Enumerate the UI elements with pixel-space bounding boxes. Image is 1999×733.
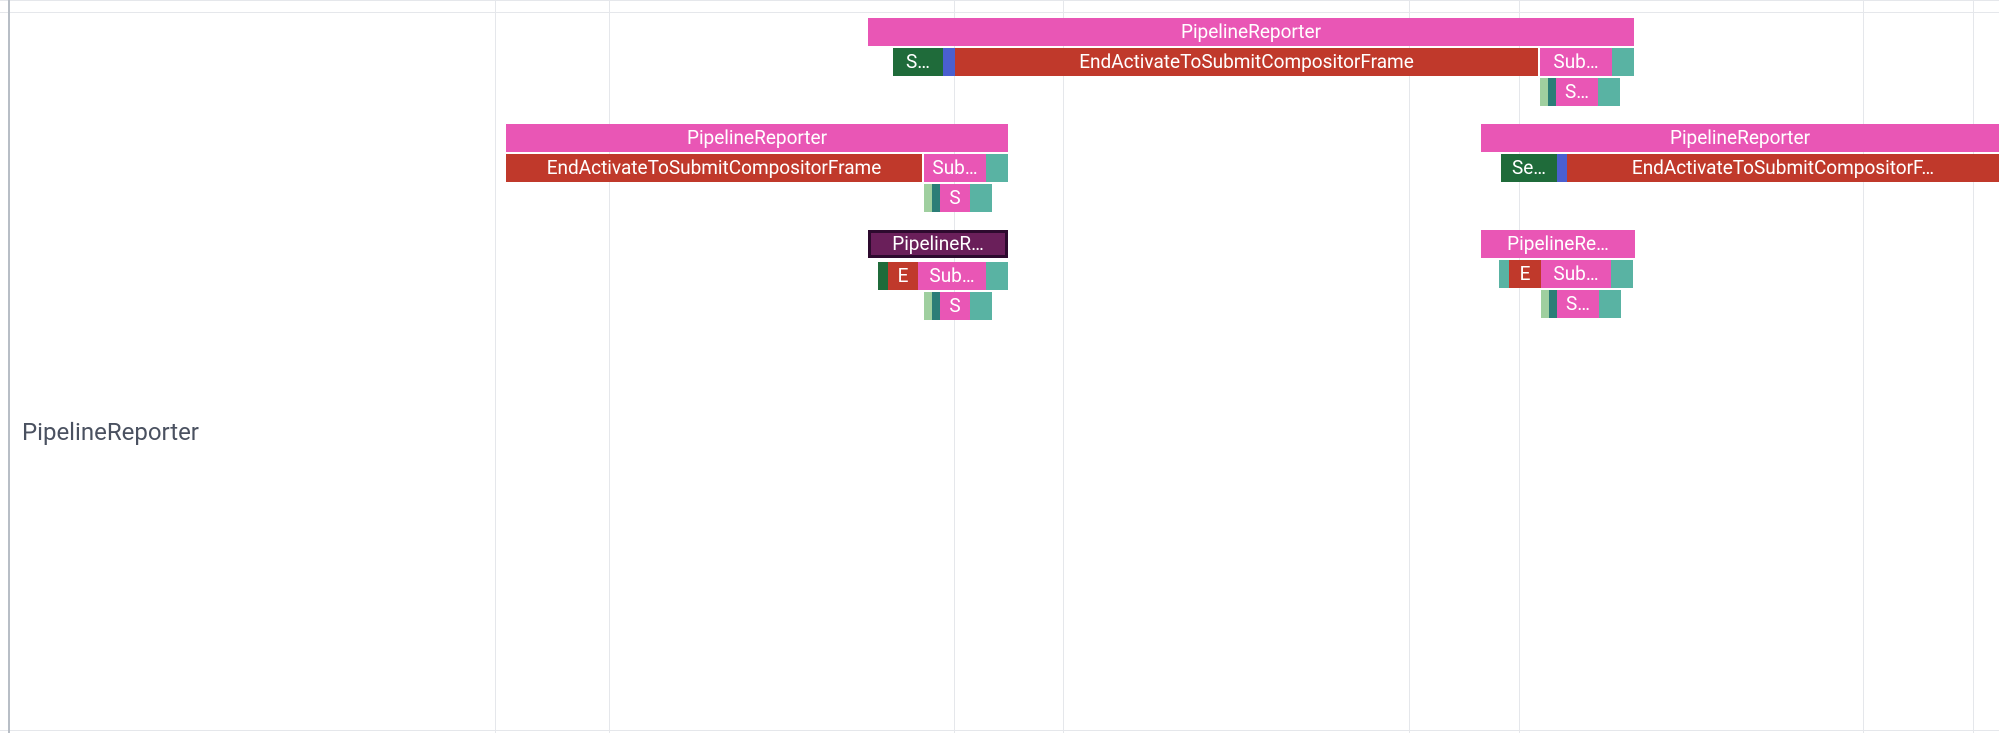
- slice-segment-teal[interactable]: [1499, 260, 1509, 288]
- slice-segment-blue[interactable]: [943, 48, 955, 76]
- slice-pipeline-reporter[interactable]: PipelineRe…: [1481, 230, 1635, 258]
- slice-segment-blue[interactable]: [1557, 154, 1567, 182]
- time-gridline: [495, 0, 496, 733]
- slice-segment-dkteal[interactable]: [932, 184, 940, 212]
- track-left-border: [8, 0, 10, 733]
- slice-end-activate-to-submit[interactable]: EndActivateToSubmitCompositorFrame: [506, 154, 922, 182]
- slice-s[interactable]: S: [940, 184, 970, 212]
- time-gridline: [609, 0, 610, 733]
- slice-segment-ltgreen[interactable]: [924, 292, 932, 320]
- slice-segment-green[interactable]: [878, 262, 888, 290]
- slice-segment-teal[interactable]: [986, 154, 1008, 182]
- slice-submit[interactable]: Sub…: [1541, 260, 1611, 288]
- slice-segment-ltgreen[interactable]: [1540, 78, 1548, 106]
- slice-pipeline-reporter[interactable]: PipelineReporter: [1481, 124, 1999, 152]
- slice-segment-teal[interactable]: [1598, 78, 1620, 106]
- slice-segment-dkteal[interactable]: [932, 292, 940, 320]
- time-gridline: [1863, 0, 1864, 733]
- slice-send-begin-main-frame[interactable]: S…: [893, 48, 943, 76]
- slice-segment-teal[interactable]: [1611, 260, 1633, 288]
- slice-s[interactable]: S…: [1557, 290, 1599, 318]
- slice-pipeline-reporter[interactable]: PipelineReporter: [868, 18, 1634, 46]
- slice-segment-teal[interactable]: [970, 184, 992, 212]
- slice-send-begin-main-frame[interactable]: Se…: [1501, 154, 1557, 182]
- slice-segment-ltgreen[interactable]: [924, 184, 932, 212]
- slice-end-activate-to-submit[interactable]: EndActivateToSubmitCompositorF…: [1567, 154, 1999, 182]
- slice-submit[interactable]: Sub…: [918, 262, 986, 290]
- trace-viewer-root[interactable]: PipelineReporter PipelineReporter S… End…: [0, 0, 1999, 733]
- slice-segment-ltgreen[interactable]: [1541, 290, 1549, 318]
- slice-s[interactable]: S: [940, 292, 970, 320]
- time-gridline: [1519, 0, 1520, 733]
- track-title: PipelineReporter: [22, 418, 199, 446]
- slice-segment-teal[interactable]: [1599, 290, 1621, 318]
- separator-line: [0, 730, 1999, 731]
- slice-e[interactable]: E: [1509, 260, 1541, 288]
- separator-line: [0, 12, 1999, 13]
- slice-pipeline-reporter[interactable]: PipelineReporter: [506, 124, 1008, 152]
- slice-segment-teal[interactable]: [970, 292, 992, 320]
- slice-segment-teal[interactable]: [1612, 48, 1634, 76]
- time-gridline: [1973, 0, 1974, 733]
- slice-pipeline-reporter-selected[interactable]: PipelineR…: [868, 230, 1008, 258]
- slice-submit[interactable]: Sub…: [924, 154, 986, 182]
- slice-submit[interactable]: Sub…: [1540, 48, 1612, 76]
- slice-segment-dkteal[interactable]: [1548, 78, 1556, 106]
- slice-s[interactable]: S…: [1556, 78, 1598, 106]
- slice-end-activate-to-submit[interactable]: EndActivateToSubmitCompositorFrame: [955, 48, 1538, 76]
- time-gridline: [954, 0, 955, 733]
- separator-line: [0, 0, 1999, 1]
- slice-e[interactable]: E: [888, 262, 918, 290]
- time-gridline: [1409, 0, 1410, 733]
- slice-segment-teal[interactable]: [986, 262, 1008, 290]
- time-gridline: [1063, 0, 1064, 733]
- slice-segment-dkteal[interactable]: [1549, 290, 1557, 318]
